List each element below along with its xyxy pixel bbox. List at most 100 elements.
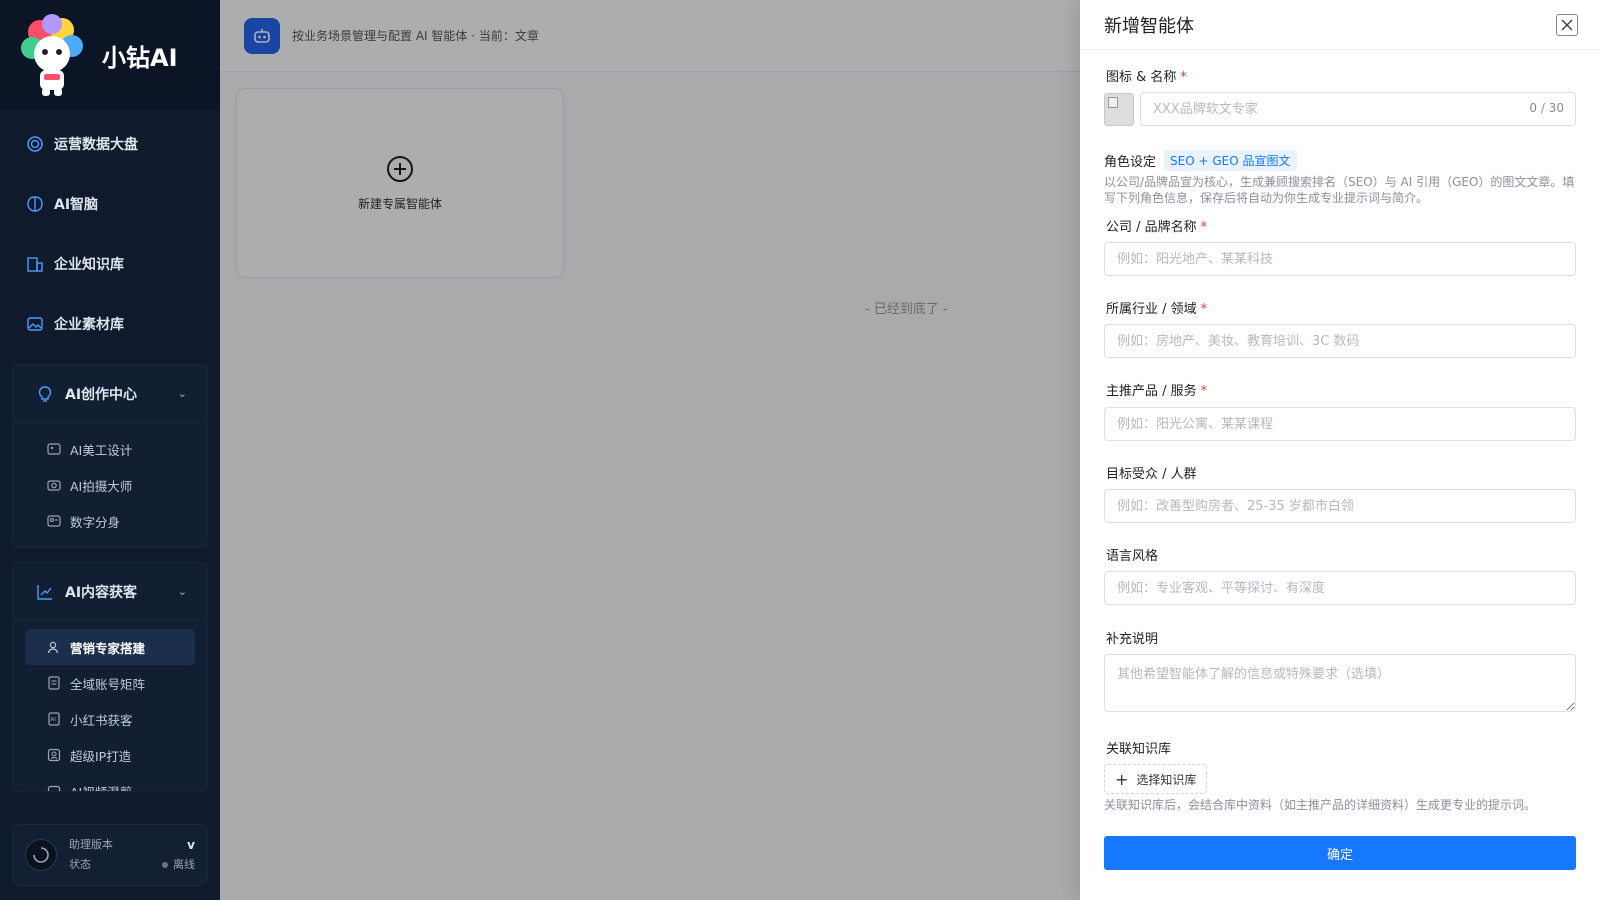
sub-item-label: 数字分身: [70, 514, 121, 530]
role-setting-row: 角色设定 SEO + GEO 品宣图文: [1104, 150, 1297, 171]
audience-label: 目标受众 / 人群: [1106, 467, 1197, 482]
kb-hint: 关联知识库后，会结合库中资料（如主推产品的详细资料）生成更专业的提示词。: [1104, 798, 1537, 812]
ai-book-icon: AI: [47, 712, 61, 726]
select-kb-label: 选择知识库: [1136, 772, 1197, 787]
sub-item-label: AI拍摄大师: [70, 478, 133, 494]
product-input[interactable]: [1104, 407, 1576, 441]
sub-item-label: 营销专家搭建: [70, 640, 146, 656]
version-label: 助理版本: [69, 838, 113, 851]
sub-item-ai-design[interactable]: AI美工设计: [25, 431, 195, 467]
required-mark: *: [1180, 70, 1187, 85]
sub-item-label: AI美工设计: [70, 442, 133, 458]
group-ai-creation: AI创作中心 ⌄ AI美工设计 AI拍摄大师 数字分身: [12, 364, 208, 548]
camera-icon: [47, 478, 61, 492]
sub-item-label: 超级IP打造: [70, 748, 132, 764]
status-dot-icon: [162, 862, 168, 868]
nav-top: 运营数据大盘 AI智脑 企业知识库 企业素材库: [0, 110, 220, 358]
brand-name: 小钻AI: [102, 43, 178, 72]
style-input[interactable]: [1104, 571, 1576, 605]
drawer-header: 新增智能体: [1080, 0, 1600, 50]
badge-icon: [47, 748, 61, 762]
kb-label: 关联知识库: [1106, 742, 1172, 757]
target-icon: [26, 135, 44, 153]
nav-item-label: 企业知识库: [54, 257, 124, 273]
video-icon: [47, 784, 61, 791]
sub-list: AI美工设计 AI拍摄大师 数字分身: [13, 423, 207, 547]
role-hint: 以公司/品牌品宣为核心，生成兼顾搜索排名（SEO）与 AI 引用（GEO）的图文…: [1104, 175, 1575, 205]
mascot-logo: [18, 12, 86, 98]
building-icon: [26, 255, 44, 273]
plus-icon: +: [1115, 769, 1129, 789]
sub-item-ai-photo[interactable]: AI拍摄大师: [25, 467, 195, 503]
chart-icon: [35, 582, 55, 602]
nav-item-ai-brain[interactable]: AI智脑: [0, 174, 220, 234]
drawer-title: 新增智能体: [1104, 15, 1194, 37]
audience-input[interactable]: [1104, 489, 1576, 523]
user-gear-icon: [47, 640, 61, 654]
company-input[interactable]: [1104, 242, 1576, 276]
role-label: 角色设定: [1104, 155, 1157, 170]
nav-item-label: 运营数据大盘: [54, 137, 138, 153]
brand: 小钻AI: [0, 0, 220, 110]
brain-icon: [26, 195, 44, 213]
name-char-counter: 0 / 30: [1529, 101, 1564, 115]
company-label: 公司 / 品牌名称 *: [1106, 216, 1207, 235]
status-value: 离线: [173, 858, 195, 871]
agent-icon-picker[interactable]: [1104, 93, 1134, 126]
nav-item-material-library[interactable]: 企业素材库: [0, 294, 220, 354]
sub-item-digital-avatar[interactable]: 数字分身: [25, 503, 195, 539]
group-ai-creation-header[interactable]: AI创作中心 ⌄: [13, 365, 207, 423]
label-text: 所属行业 / 领域: [1106, 302, 1197, 317]
group-ai-content-header[interactable]: AI内容获客 ⌄: [13, 563, 207, 621]
image-placeholder-icon: [1108, 97, 1118, 108]
add-agent-drawer: 新增智能体 图标 & 名称* 0 / 30 角色设定 SEO + GEO 品宣图…: [1080, 0, 1600, 900]
select-kb-button[interactable]: + 选择知识库: [1104, 764, 1208, 794]
label-text: 图标 & 名称: [1106, 70, 1177, 85]
icon-name-label: 图标 & 名称 *: [1106, 66, 1187, 85]
required-mark: *: [1200, 384, 1208, 399]
group-ai-content: AI内容获客 ⌄ 营销专家搭建 全域账号矩阵 AI 小红书获客 超级IP打造: [12, 562, 208, 792]
industry-input[interactable]: [1104, 324, 1576, 358]
group-title: AI创作中心: [65, 386, 138, 403]
close-button[interactable]: [1556, 13, 1578, 36]
nav-item-label: AI智脑: [54, 197, 99, 213]
assistant-version-panel[interactable]: 助理版本 v 状态 离线: [12, 824, 208, 886]
nav-item-label: 企业素材库: [54, 317, 124, 333]
extra-label: 补充说明: [1106, 632, 1159, 647]
role-tag: SEO + GEO 品宣图文: [1164, 150, 1297, 171]
document-icon: [47, 676, 61, 690]
product-label: 主推产品 / 服务 *: [1106, 380, 1207, 399]
label-text: 主推产品 / 服务: [1106, 384, 1197, 399]
bulb-icon: [35, 384, 55, 404]
extra-textarea[interactable]: [1104, 654, 1576, 712]
label-text: 公司 / 品牌名称: [1106, 220, 1197, 235]
style-label: 语言风格: [1106, 549, 1159, 564]
confirm-button[interactable]: 确定: [1104, 836, 1576, 870]
sub-item-label: 全域账号矩阵: [70, 676, 146, 692]
sub-item-label: 小红书获客: [70, 712, 133, 728]
sub-item-marketing-expert[interactable]: 营销专家搭建: [25, 629, 195, 665]
chevron-down-icon: ⌄: [177, 387, 187, 400]
required-mark: *: [1200, 302, 1208, 317]
sub-item-ai-video[interactable]: AI视频混剪: [25, 773, 195, 791]
group-title: AI内容获客: [65, 584, 138, 601]
nav-item-knowledge-base[interactable]: 企业知识库: [0, 234, 220, 294]
industry-label: 所属行业 / 领域 *: [1106, 298, 1207, 317]
drawer-body: 图标 & 名称* 0 / 30 角色设定 SEO + GEO 品宣图文 以公司/…: [1080, 50, 1600, 900]
sub-list: 营销专家搭建 全域账号矩阵 AI 小红书获客 超级IP打造 AI视频混剪: [13, 621, 207, 791]
name-input-wrapper: 0 / 30: [1140, 92, 1576, 126]
agent-name-input[interactable]: [1140, 92, 1576, 126]
sub-item-super-ip[interactable]: 超级IP打造: [25, 737, 195, 773]
svg-text:AI: AI: [51, 717, 57, 723]
avatar-card-icon: [47, 514, 61, 528]
required-mark: *: [1200, 220, 1208, 235]
status-label: 状态: [69, 858, 91, 871]
status-badge: 离线: [162, 855, 195, 875]
nav-item-dashboard[interactable]: 运营数据大盘: [0, 114, 220, 174]
sub-item-xiaohongshu[interactable]: AI 小红书获客: [25, 701, 195, 737]
chevron-down-icon: ⌄: [177, 585, 187, 598]
sub-item-account-matrix[interactable]: 全域账号矩阵: [25, 665, 195, 701]
palette-icon: [47, 442, 61, 456]
sidebar: 小钻AI 运营数据大盘 AI智脑 企业知识库 企业素材库 AI创作中心 ⌄ AI…: [0, 0, 220, 900]
version-info: 助理版本 v 状态 离线: [69, 835, 195, 875]
